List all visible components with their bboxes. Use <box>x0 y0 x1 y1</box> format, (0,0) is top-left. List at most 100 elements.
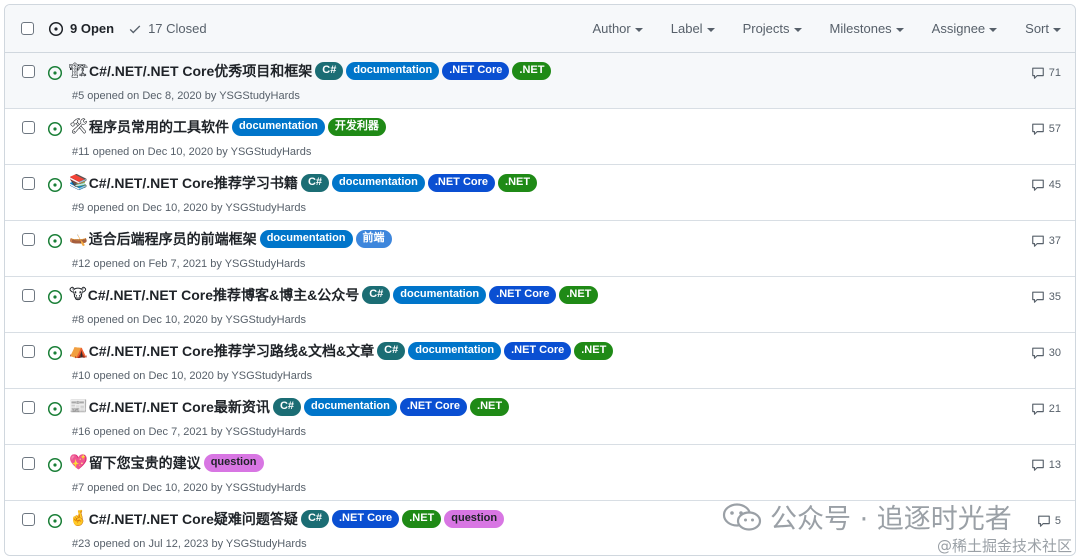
issue-comments-link[interactable]: 30 <box>1031 346 1061 360</box>
caret-down-icon <box>895 27 904 32</box>
issue-label[interactable]: documentation <box>393 286 487 304</box>
issue-checkbox[interactable] <box>22 401 35 414</box>
issue-open-icon <box>47 177 63 193</box>
issue-row[interactable]: 🏗 C#/.NET/.NET Core优秀项目和框架 C# documentati… <box>5 53 1075 109</box>
issue-label[interactable]: .NET <box>402 510 442 528</box>
issue-comments-link[interactable]: 13 <box>1031 458 1061 472</box>
issue-meta: #23 opened on Jul 12, 2023 by YSGStudyHa… <box>72 538 307 550</box>
issue-label[interactable]: documentation <box>232 118 325 136</box>
issue-title-link[interactable]: C#/.NET/.NET Core推荐学习书籍 <box>89 174 298 192</box>
issue-label[interactable]: .NET Core <box>427 174 496 192</box>
issue-title-link[interactable]: C#/.NET/.NET Core优秀项目和框架 <box>89 62 312 80</box>
issue-checkbox[interactable] <box>22 65 35 78</box>
issue-label[interactable]: question <box>203 454 264 472</box>
issue-title-link[interactable]: 程序员常用的工具软件 <box>89 118 229 136</box>
issue-checkbox[interactable] <box>22 457 35 470</box>
milestones-filter[interactable]: Milestones <box>830 21 904 36</box>
issue-label[interactable]: documentation <box>304 398 397 416</box>
label-filter-label: Label <box>670 21 703 36</box>
issue-title-link[interactable]: 留下您宝贵的建议 <box>89 454 201 472</box>
filter-bar: Author Label Projects Milestones Assigne… <box>592 21 1075 36</box>
issue-open-icon <box>48 21 64 36</box>
projects-filter[interactable]: Projects <box>743 21 802 36</box>
issue-label[interactable]: C# <box>272 398 301 416</box>
issue-comments-link[interactable]: 71 <box>1031 66 1061 80</box>
issue-title-link[interactable]: C#/.NET/.NET Core推荐博客&博主&公众号 <box>88 286 359 304</box>
issue-label[interactable]: C# <box>315 62 344 80</box>
issue-open-icon <box>47 401 63 417</box>
issue-title-link[interactable]: C#/.NET/.NET Core最新资讯 <box>89 398 270 416</box>
issue-checkbox[interactable] <box>22 513 35 526</box>
label-filter[interactable]: Label <box>671 21 715 36</box>
comment-icon <box>1031 403 1044 415</box>
issue-label[interactable]: .NET Core <box>442 62 510 80</box>
select-all-checkbox[interactable] <box>21 22 34 35</box>
issue-row[interactable]: 📚 C#/.NET/.NET Core推荐学习书籍 C# documentatio… <box>5 165 1075 221</box>
issue-comments-link[interactable]: 45 <box>1031 178 1061 192</box>
issue-label[interactable]: .NET Core <box>489 286 557 304</box>
issues-list-box: 9 Open 17 Closed Author Label Projects M… <box>4 4 1076 556</box>
issue-label[interactable]: .NET Core <box>504 342 572 360</box>
issue-title-link[interactable]: 适合后端程序员的前端框架 <box>89 230 257 248</box>
issue-label[interactable]: C# <box>300 510 329 528</box>
issue-checkbox[interactable] <box>22 177 35 190</box>
issue-comments-link[interactable]: 57 <box>1031 122 1061 136</box>
author-filter[interactable]: Author <box>592 21 643 36</box>
issue-label[interactable]: documentation <box>346 62 440 80</box>
caret-down-icon <box>793 27 802 32</box>
issue-label[interactable]: .NET <box>498 174 538 192</box>
issue-checkbox[interactable] <box>22 289 35 302</box>
issue-label[interactable]: C# <box>362 286 391 304</box>
juejin-watermark: @稀土掘金技术社区 <box>936 537 1072 555</box>
issue-title-link[interactable]: C#/.NET/.NET Core推荐学习路线&文档&文章 <box>89 342 374 360</box>
issue-label[interactable]: .NET <box>559 286 599 304</box>
issue-comments-link[interactable]: 5 <box>1037 514 1061 528</box>
issue-row[interactable]: 💖 留下您宝贵的建议 question #7 opened on Dec 10,… <box>5 445 1075 501</box>
issue-label[interactable]: question <box>444 510 505 528</box>
issue-label[interactable]: 前端 <box>355 230 392 248</box>
issue-label[interactable]: C# <box>300 174 329 192</box>
issue-meta: #12 opened on Feb 7, 2021 by YSGStudyHar… <box>72 258 306 270</box>
issue-emoji-icon: 📚 <box>69 174 88 191</box>
comment-count: 37 <box>1048 235 1061 247</box>
issue-title-line: 💖 留下您宝贵的建议 question <box>69 454 264 472</box>
issue-label[interactable]: .NET Core <box>332 510 400 528</box>
issue-comments-link[interactable]: 35 <box>1031 290 1061 304</box>
issue-open-icon <box>47 65 63 81</box>
issue-comments-link[interactable]: 37 <box>1031 234 1061 248</box>
issue-emoji-icon: 🐮 <box>69 286 87 303</box>
issue-state-toggle: 9 Open 17 Closed <box>48 21 207 37</box>
issue-emoji-icon: ⛺ <box>69 342 88 359</box>
issue-title-line: ⛺ C#/.NET/.NET Core推荐学习路线&文档&文章 C# docume… <box>69 342 614 360</box>
issue-label[interactable]: .NET <box>512 62 552 80</box>
issue-row[interactable]: 🛶 适合后端程序员的前端框架 documentation 前端 #12 opene… <box>5 221 1075 277</box>
open-issues-tab[interactable]: 9 Open <box>48 21 114 37</box>
issue-title-link[interactable]: C#/.NET/.NET Core疑难问题答疑 <box>89 510 298 528</box>
issue-label[interactable]: .NET Core <box>399 398 468 416</box>
issue-meta: #9 opened on Dec 10, 2020 by YSGStudyHar… <box>72 202 307 214</box>
issue-label[interactable]: .NET <box>574 342 614 360</box>
issue-row[interactable]: 🐮 C#/.NET/.NET Core推荐博客&博主&公众号 C# documen… <box>5 277 1075 333</box>
caret-down-icon <box>1053 27 1061 32</box>
comment-count: 71 <box>1048 67 1061 79</box>
closed-issues-tab[interactable]: 17 Closed <box>128 21 207 36</box>
issue-comments-link[interactable]: 21 <box>1031 402 1061 416</box>
issue-checkbox[interactable] <box>22 345 35 358</box>
issue-label[interactable]: documentation <box>259 230 353 248</box>
issue-row[interactable]: ⛺ C#/.NET/.NET Core推荐学习路线&文档&文章 C# docume… <box>5 333 1075 389</box>
sort-filter[interactable]: Sort <box>1025 21 1061 36</box>
issue-checkbox[interactable] <box>22 233 35 246</box>
issue-label[interactable]: 开发利器 <box>327 118 386 136</box>
issue-row[interactable]: 🛠 程序员常用的工具软件 documentation 开发利器 #11 opene… <box>5 109 1075 165</box>
issue-label[interactable]: documentation <box>332 174 425 192</box>
issue-emoji-icon: 💖 <box>69 454 88 471</box>
assignee-filter-label: Assignee <box>931 21 986 36</box>
issue-open-icon <box>47 289 63 305</box>
issue-row[interactable]: 📰 C#/.NET/.NET Core最新资讯 C# documentation.… <box>5 389 1075 445</box>
assignee-filter[interactable]: Assignee <box>931 21 998 36</box>
issue-label[interactable]: C# <box>377 342 406 360</box>
issue-checkbox[interactable] <box>22 121 35 134</box>
issue-label[interactable]: .NET <box>470 398 510 416</box>
issue-label[interactable]: documentation <box>408 342 502 360</box>
issue-open-icon <box>47 233 63 249</box>
